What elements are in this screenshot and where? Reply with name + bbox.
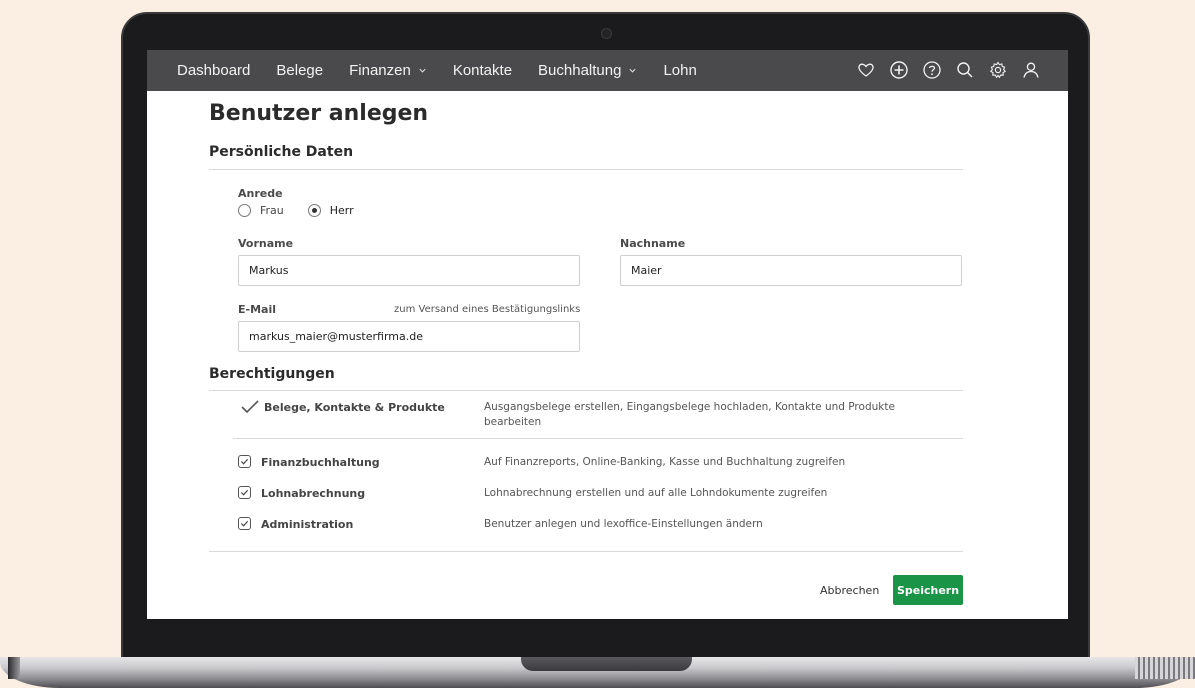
email-field[interactable]: markus_maier@musterfirma.de <box>238 321 580 352</box>
nav-item-label: Lohn <box>663 62 697 79</box>
last-name-label: Nachname <box>620 237 686 250</box>
nav-item-lohn[interactable]: Lohn <box>663 62 696 79</box>
chevron-down-icon <box>629 68 637 73</box>
divider <box>209 169 963 170</box>
checkmark-icon <box>240 458 249 465</box>
radio-herr[interactable] <box>307 204 321 217</box>
settings-icon[interactable] <box>987 59 1009 81</box>
checkmark-icon <box>240 520 249 527</box>
nav-item-label: Finanzen <box>349 62 411 79</box>
checkbox-lohnabrechnung[interactable] <box>238 486 251 499</box>
permission-description: Benutzer anlegen und lexoffice-Einstellu… <box>484 518 763 530</box>
page-title: Benutzer anlegen <box>209 101 429 126</box>
permission-name: Finanzbuchhaltung <box>261 456 380 469</box>
nav-item-finanzen[interactable]: Finanzen <box>349 62 427 79</box>
checkbox-finanzbuchhaltung[interactable] <box>238 455 251 468</box>
nav-item-label: Belege <box>276 62 324 79</box>
divider <box>233 438 963 439</box>
salutation-label: Anrede <box>238 187 283 200</box>
salutation-radio-group: Frau Herr <box>238 204 378 217</box>
save-button[interactable]: Speichern <box>893 575 963 605</box>
email-label: E-Mail <box>238 303 276 316</box>
nav-item-dashboard[interactable]: Dashboard <box>177 62 250 79</box>
checkmark-icon <box>240 489 249 496</box>
heart-icon[interactable] <box>855 59 877 81</box>
check-icon <box>241 400 259 414</box>
nav-item-kontakte[interactable]: Kontakte <box>453 62 512 79</box>
nav-item-belege[interactable]: Belege <box>276 62 323 79</box>
permission-description: Auf Finanzreports, Online-Banking, Kasse… <box>484 456 846 468</box>
radio-herr-label: Herr <box>329 204 354 217</box>
first-name-label: Vorname <box>238 237 294 250</box>
nav-item-label: Dashboard <box>177 62 251 79</box>
permission-name: Administration <box>261 518 354 531</box>
plus-circle-icon[interactable] <box>888 59 910 81</box>
divider <box>209 390 963 391</box>
user-icon[interactable] <box>1020 59 1042 81</box>
top-navbar: Dashboard Belege Finanzen Kontakte Buchh… <box>147 50 1068 91</box>
permission-description: Ausgangsbelege erstellen, Eingangsbelege… <box>484 401 895 428</box>
laptop-notch <box>521 657 692 671</box>
nav-item-label: Kontakte <box>452 62 513 79</box>
permission-name: Belege, Kontakte & Produkte <box>264 401 445 414</box>
section-title-personal: Persönliche Daten <box>209 144 354 160</box>
cancel-button[interactable]: Abbrechen <box>820 584 879 597</box>
laptop-base-edge-left <box>8 657 20 679</box>
section-title-permissions: Berechtigungen <box>209 366 335 382</box>
app-screen: Dashboard Belege Finanzen Kontakte Buchh… <box>147 50 1068 619</box>
permission-description: Lohnabrechnung erstellen und auf alle Lo… <box>484 487 828 499</box>
last-name-field[interactable]: Maier <box>620 255 962 286</box>
laptop-base-edge-right <box>1135 657 1195 679</box>
nav-item-label: Buchhaltung <box>538 62 622 79</box>
nav-item-buchhaltung[interactable]: Buchhaltung <box>538 62 637 79</box>
webcam <box>601 28 612 39</box>
help-icon[interactable] <box>921 59 943 81</box>
permission-name: Lohnabrechnung <box>261 487 366 500</box>
first-name-field[interactable]: Markus <box>238 255 580 286</box>
radio-frau[interactable] <box>238 204 251 217</box>
email-hint: zum Versand eines Bestätigungslinks <box>394 304 581 315</box>
chevron-down-icon <box>419 68 426 73</box>
checkbox-administration[interactable] <box>238 517 251 530</box>
search-icon[interactable] <box>954 59 976 81</box>
divider <box>209 551 963 552</box>
radio-frau-label: Frau <box>260 204 284 217</box>
radio-selected-dot <box>311 208 317 213</box>
nav-icon-group <box>844 59 1042 81</box>
nav-menu: Dashboard Belege Finanzen Kontakte Buchh… <box>147 62 723 79</box>
